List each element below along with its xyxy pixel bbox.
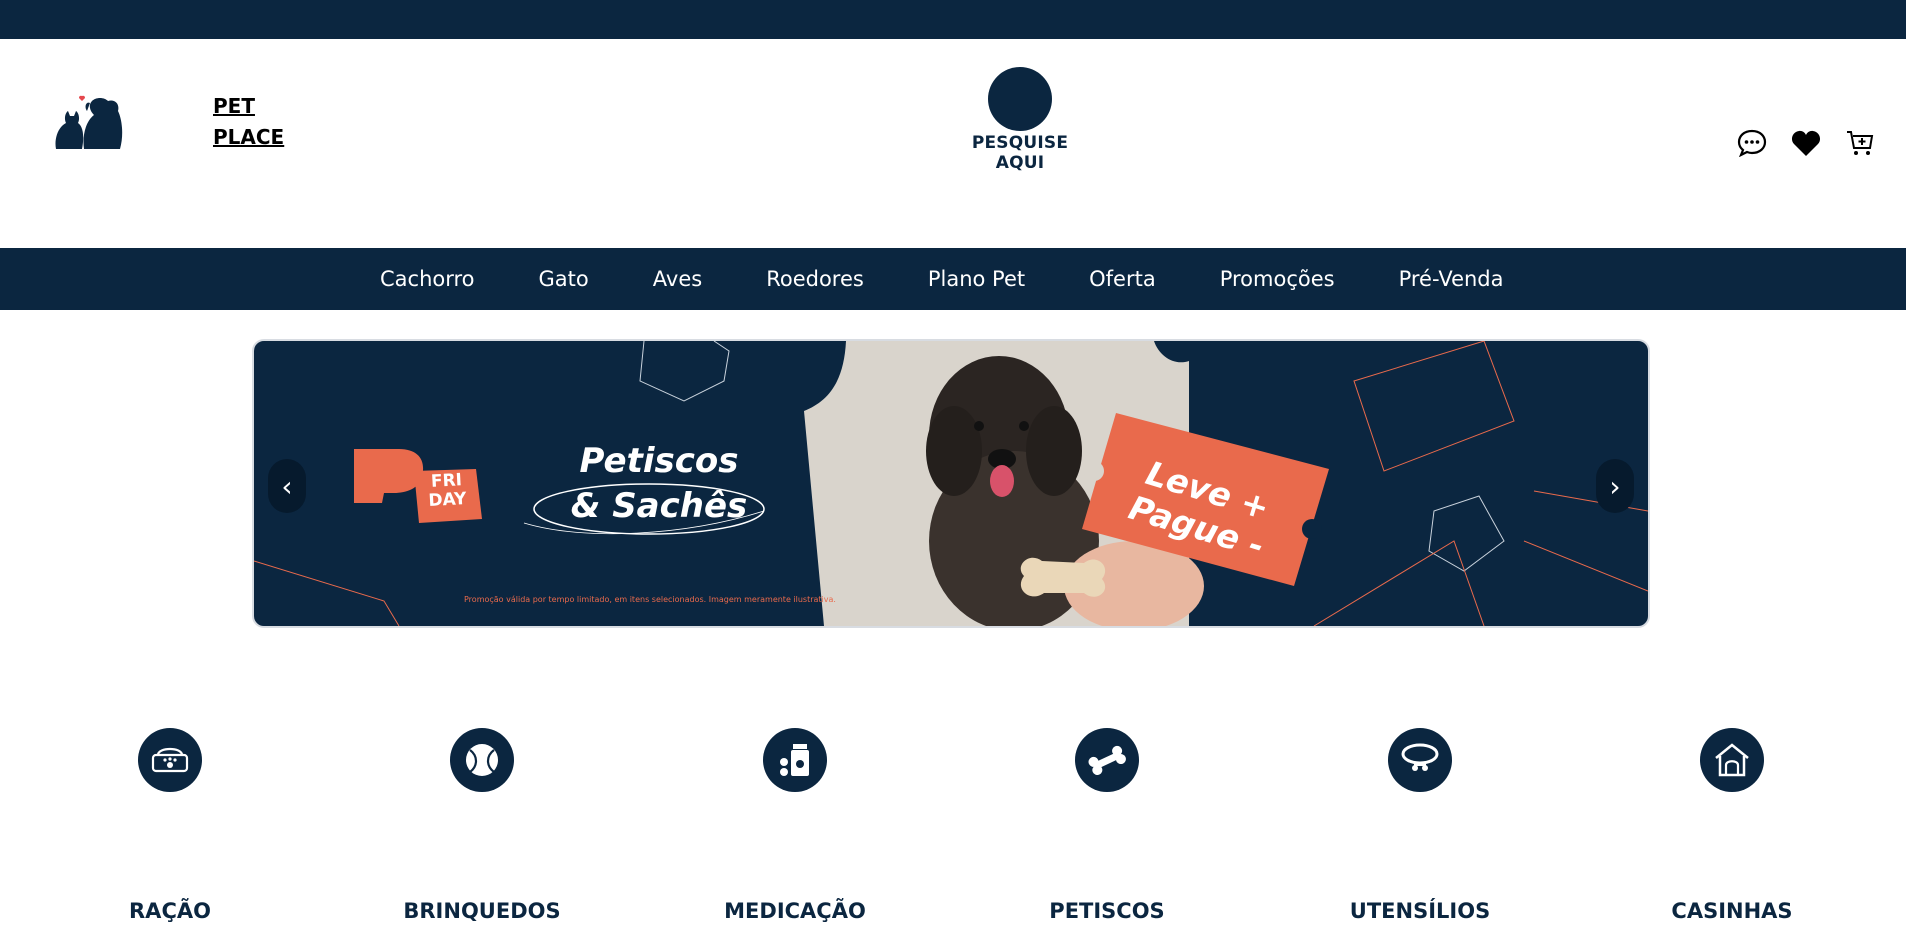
carousel-next-button[interactable]: ›: [1596, 459, 1634, 513]
search-button[interactable]: [988, 67, 1052, 131]
top-bar: [0, 0, 1906, 39]
friday-badge: FRI DAY: [418, 470, 476, 512]
search[interactable]: PESQUISE AQUI: [945, 67, 1095, 173]
brand-name[interactable]: PET PLACE: [213, 91, 284, 153]
category-petiscos[interactable]: PETISCOS: [997, 728, 1217, 923]
category-brinquedos[interactable]: BRINQUEDOS: [372, 728, 592, 923]
nav-item-oferta[interactable]: Oferta: [1089, 267, 1156, 291]
pet-place-logo[interactable]: [54, 91, 124, 153]
category-shortcuts: RAÇÃO BRINQUEDOS MEDICAÇÃO PETISCOS UTEN…: [0, 728, 1906, 937]
nav-item-plano-pet[interactable]: Plano Pet: [928, 267, 1025, 291]
category-label: RAÇÃO: [129, 899, 211, 923]
category-utensilios[interactable]: UTENSÍLIOS: [1310, 728, 1530, 923]
promo-carousel[interactable]: FRI DAY Petiscos & Sachês Leve + Pague -…: [252, 339, 1650, 628]
chat-icon[interactable]: [1736, 127, 1768, 159]
page: PET PLACE PESQUISE AQUI Cachorro Gato Av…: [0, 0, 1906, 937]
category-label: MEDICAÇÃO: [724, 899, 866, 923]
ball-icon: [450, 728, 514, 792]
category-label: PETISCOS: [1049, 899, 1165, 923]
category-label: BRINQUEDOS: [403, 899, 561, 923]
cart-icon[interactable]: [1844, 127, 1876, 159]
category-medicacao[interactable]: MEDICAÇÃO: [685, 728, 905, 923]
search-label: PESQUISE AQUI: [971, 133, 1069, 173]
header: PET PLACE PESQUISE AQUI: [0, 39, 1906, 248]
nav-item-roedores[interactable]: Roedores: [766, 267, 864, 291]
promo-title: Petiscos & Sachês: [549, 439, 769, 529]
category-casinhas[interactable]: CASINHAS: [1622, 728, 1842, 923]
brand-line-2: PLACE: [213, 125, 285, 149]
brand-line-1: PET: [213, 94, 255, 118]
promo-title-line-2: & Sachês: [570, 486, 748, 526]
doghouse-icon: [1700, 728, 1764, 792]
category-nav: Cachorro Gato Aves Roedores Plano Pet Of…: [0, 248, 1906, 310]
promo-disclaimer: Promoção válida por tempo limitado, em i…: [464, 595, 836, 604]
nav-item-promocoes[interactable]: Promoções: [1220, 267, 1335, 291]
nav-item-gato[interactable]: Gato: [539, 267, 589, 291]
friday-badge-line-2: DAY: [427, 489, 467, 511]
header-actions: [1736, 127, 1876, 159]
heart-icon[interactable]: [1790, 127, 1822, 159]
nav-item-aves[interactable]: Aves: [653, 267, 702, 291]
medicine-icon: [763, 728, 827, 792]
carousel-prev-button[interactable]: ‹: [268, 459, 306, 513]
nav-item-cachorro[interactable]: Cachorro: [380, 267, 475, 291]
category-racao[interactable]: RAÇÃO: [60, 728, 280, 923]
promo-title-line-1: Petiscos: [579, 441, 739, 481]
bone-icon: [1075, 728, 1139, 792]
category-label: UTENSÍLIOS: [1349, 899, 1491, 923]
category-label: CASINHAS: [1671, 899, 1793, 923]
collar-icon: [1388, 728, 1452, 792]
nav-item-pre-venda[interactable]: Pré-Venda: [1399, 267, 1504, 291]
food-bowl-icon: [138, 728, 202, 792]
